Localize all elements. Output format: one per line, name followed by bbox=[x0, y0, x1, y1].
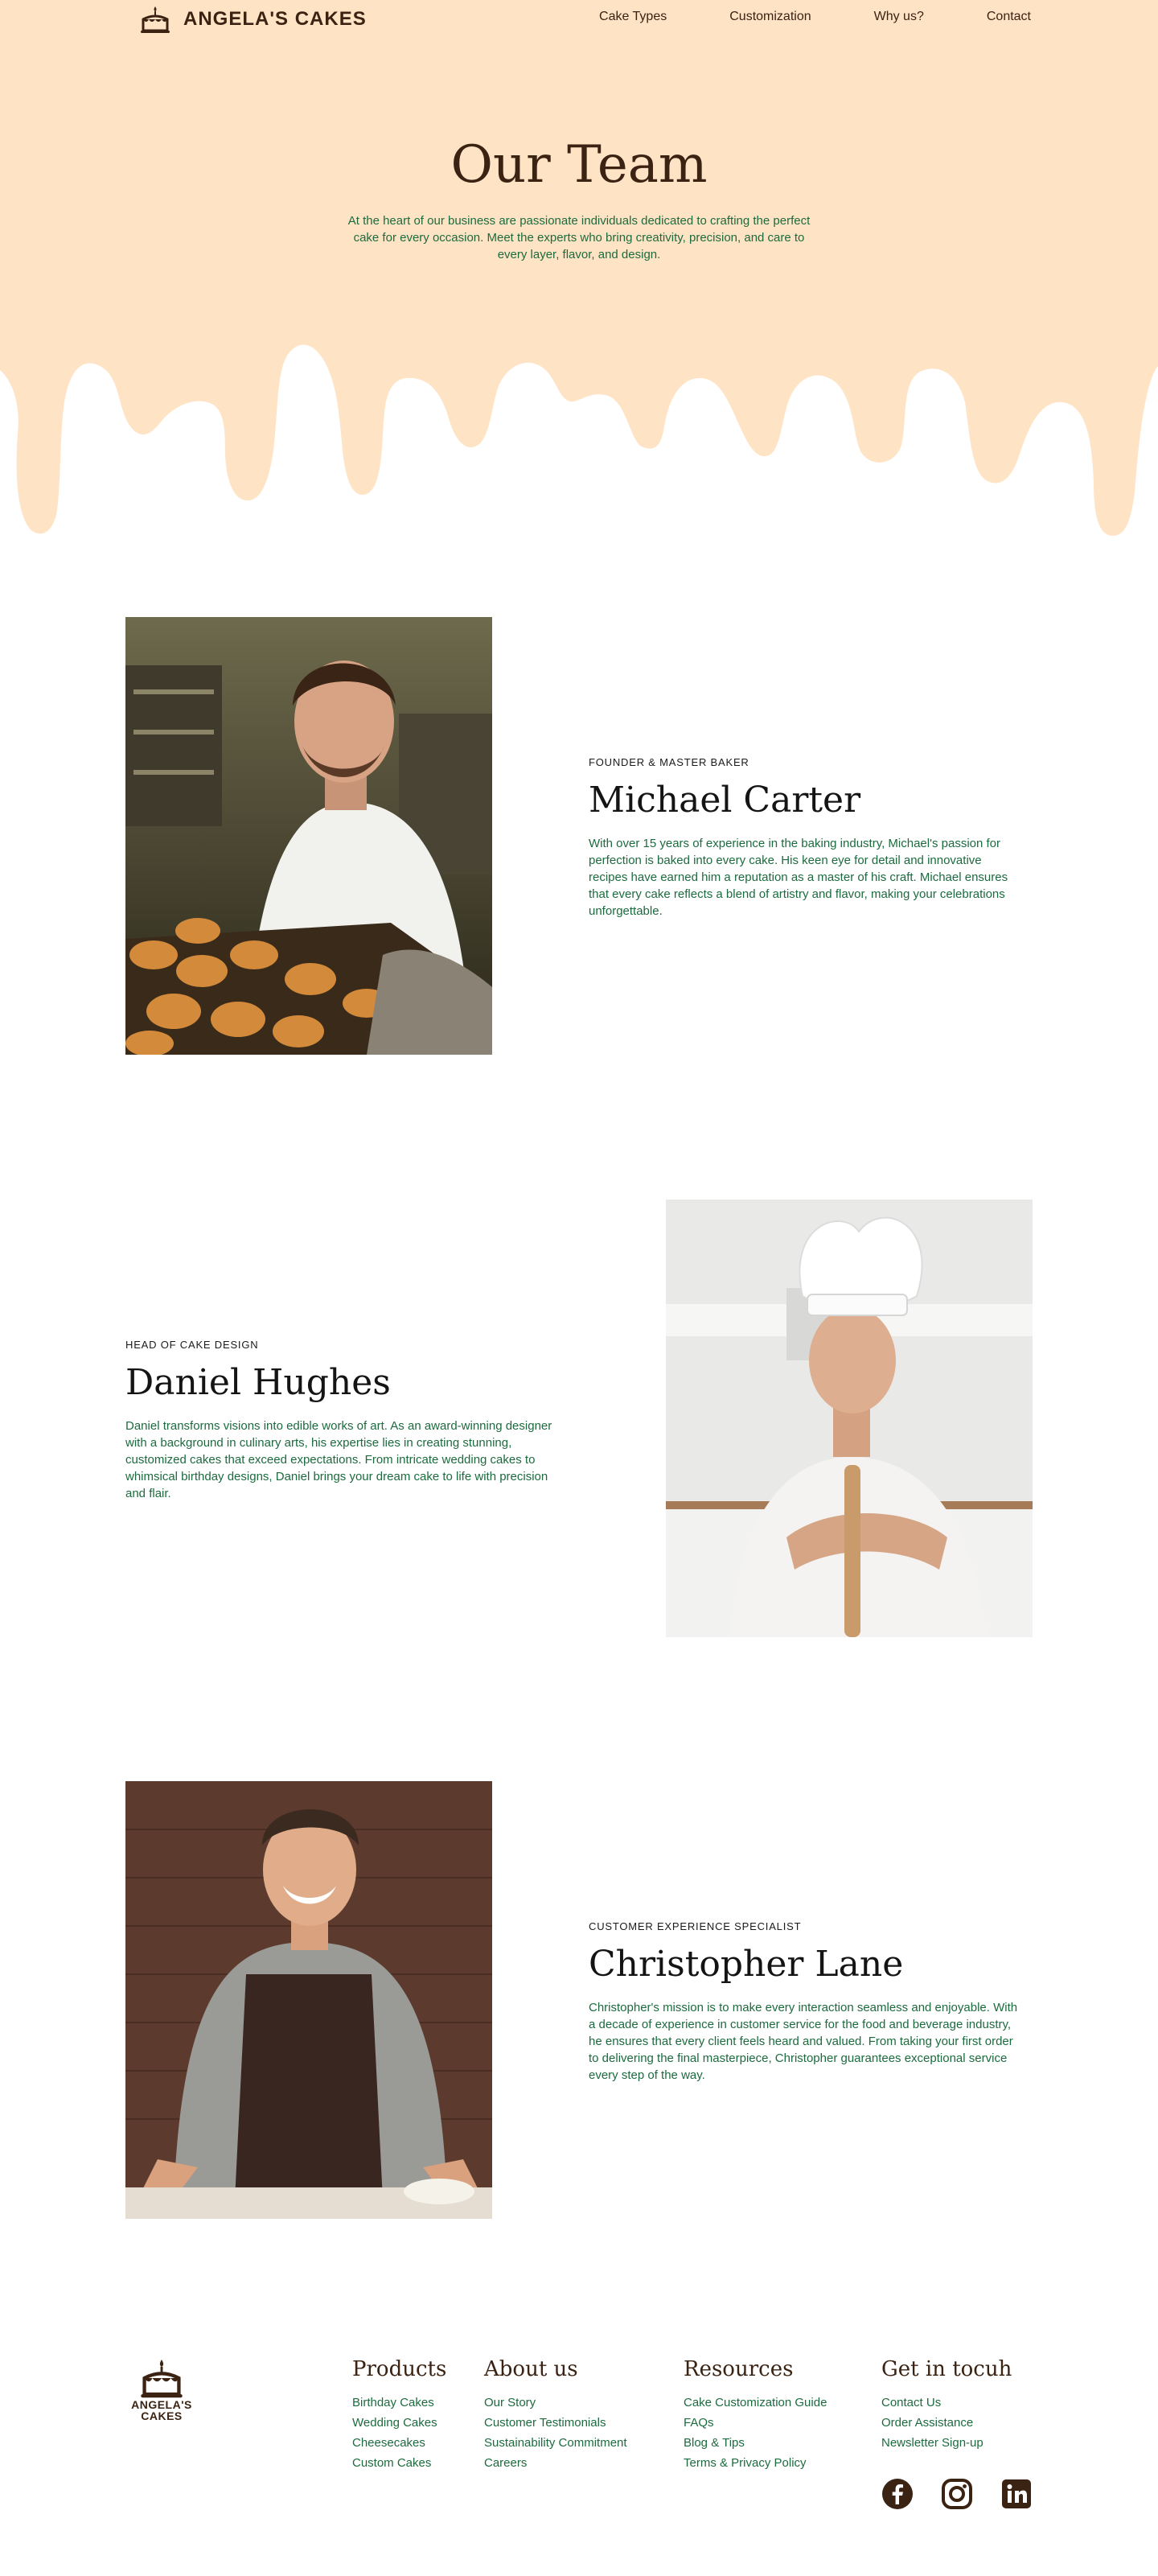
footer-column-title: Resources bbox=[684, 2357, 794, 2381]
footer-link-blog[interactable]: Blog & Tips bbox=[684, 2433, 827, 2453]
footer-link-our-story[interactable]: Our Story bbox=[484, 2393, 627, 2413]
footer-logo-line1: ANGELA'S bbox=[131, 2398, 192, 2411]
christopher-lane-info: CUSTOMER EXPERIENCE SPECIALIST Christoph… bbox=[589, 1920, 1023, 2084]
footer-logo-line2: CAKES bbox=[141, 2409, 183, 2422]
footer-logo[interactable]: ANGELA'S CAKES bbox=[125, 2357, 198, 2422]
linkedin-icon[interactable] bbox=[1000, 2478, 1033, 2510]
member-name: Daniel Hughes bbox=[125, 1362, 391, 1403]
member-bio: Christopher's mission is to make every i… bbox=[589, 2001, 1018, 2082]
footer-column-title: About us bbox=[484, 2357, 578, 2381]
page-title: Our Team bbox=[450, 135, 708, 195]
social-links bbox=[881, 2478, 1033, 2510]
footer-link-custom-cakes[interactable]: Custom Cakes bbox=[352, 2453, 446, 2473]
footer-link-careers[interactable]: Careers bbox=[484, 2453, 627, 2473]
site-footer: ANGELA'S CAKES Products Birthday Cakes W… bbox=[0, 2333, 1158, 2576]
facebook-icon[interactable] bbox=[881, 2478, 914, 2510]
footer-link-cheesecakes[interactable]: Cheesecakes bbox=[352, 2433, 446, 2453]
footer-column-about: About us Our Story Customer Testimonials… bbox=[484, 2357, 627, 2473]
member-name: Michael Carter bbox=[589, 780, 861, 821]
member-bio: With over 15 years of experience in the … bbox=[589, 837, 1008, 918]
footer-link-newsletter[interactable]: Newsletter Sign-up bbox=[881, 2433, 1012, 2453]
footer-column-contact: Get in tocuh Contact Us Order Assistance… bbox=[881, 2357, 1012, 2453]
footer-link-order-assistance[interactable]: Order Assistance bbox=[881, 2413, 1012, 2433]
footer-link-sustainability[interactable]: Sustainability Commitment bbox=[484, 2433, 627, 2453]
frosting-drip-background bbox=[0, 0, 1158, 536]
hero-subtitle: At the heart of our business are passion… bbox=[347, 214, 811, 261]
footer-link-birthday-cakes[interactable]: Birthday Cakes bbox=[352, 2393, 446, 2413]
footer-link-faqs[interactable]: FAQs bbox=[684, 2413, 827, 2433]
daniel-hughes-info: HEAD OF CAKE DESIGN Daniel Hughes Daniel… bbox=[125, 1339, 560, 1502]
michael-carter-photo bbox=[125, 617, 492, 1055]
cake-icon bbox=[141, 2360, 183, 2398]
footer-link-testimonials[interactable]: Customer Testimonials bbox=[484, 2413, 627, 2433]
member-role: CUSTOMER EXPERIENCE SPECIALIST bbox=[589, 1920, 802, 1932]
footer-column-resources: Resources Cake Customization Guide FAQs … bbox=[684, 2357, 827, 2473]
brand-name: ANGELA'S CAKES bbox=[183, 8, 367, 30]
footer-column-title: Products bbox=[352, 2357, 447, 2381]
member-name: Christopher Lane bbox=[589, 1944, 904, 1985]
footer-column-products: Products Birthday Cakes Wedding Cakes Ch… bbox=[352, 2357, 446, 2473]
michael-carter-info: FOUNDER & MASTER BAKER Michael Carter Wi… bbox=[589, 756, 1023, 920]
footer-link-contact-us[interactable]: Contact Us bbox=[881, 2393, 1012, 2413]
footer-link-wedding-cakes[interactable]: Wedding Cakes bbox=[352, 2413, 446, 2433]
top-navigation: ANGELA'S CAKES Cake Types Customization … bbox=[0, 0, 1158, 35]
christopher-lane-photo bbox=[125, 1781, 492, 2219]
hero-section: ANGELA'S CAKES Cake Types Customization … bbox=[0, 0, 1158, 547]
team-member-michael: FOUNDER & MASTER BAKER Michael Carter Wi… bbox=[0, 617, 1158, 1055]
brand-logo[interactable]: ANGELA'S CAKES bbox=[138, 5, 367, 34]
nav-links: Cake Types Customization Why us? Contact bbox=[599, 10, 1031, 24]
team-member-daniel: HEAD OF CAKE DESIGN Daniel Hughes Daniel… bbox=[0, 1200, 1158, 1637]
member-bio: Daniel transforms visions into edible wo… bbox=[125, 1419, 552, 1500]
nav-link-contact[interactable]: Contact bbox=[987, 10, 1031, 24]
cake-icon bbox=[141, 6, 170, 33]
footer-link-customization-guide[interactable]: Cake Customization Guide bbox=[684, 2393, 827, 2413]
nav-link-cake-types[interactable]: Cake Types bbox=[599, 10, 667, 24]
team-member-christopher: CUSTOMER EXPERIENCE SPECIALIST Christoph… bbox=[0, 1781, 1158, 2219]
footer-link-terms[interactable]: Terms & Privacy Policy bbox=[684, 2453, 827, 2473]
instagram-icon[interactable] bbox=[941, 2478, 973, 2510]
member-role: HEAD OF CAKE DESIGN bbox=[125, 1339, 259, 1351]
nav-link-customization[interactable]: Customization bbox=[729, 10, 811, 24]
nav-link-why-us[interactable]: Why us? bbox=[874, 10, 924, 24]
member-role: FOUNDER & MASTER BAKER bbox=[589, 756, 749, 768]
daniel-hughes-photo bbox=[666, 1200, 1033, 1637]
footer-column-title: Get in tocuh bbox=[881, 2357, 1012, 2381]
